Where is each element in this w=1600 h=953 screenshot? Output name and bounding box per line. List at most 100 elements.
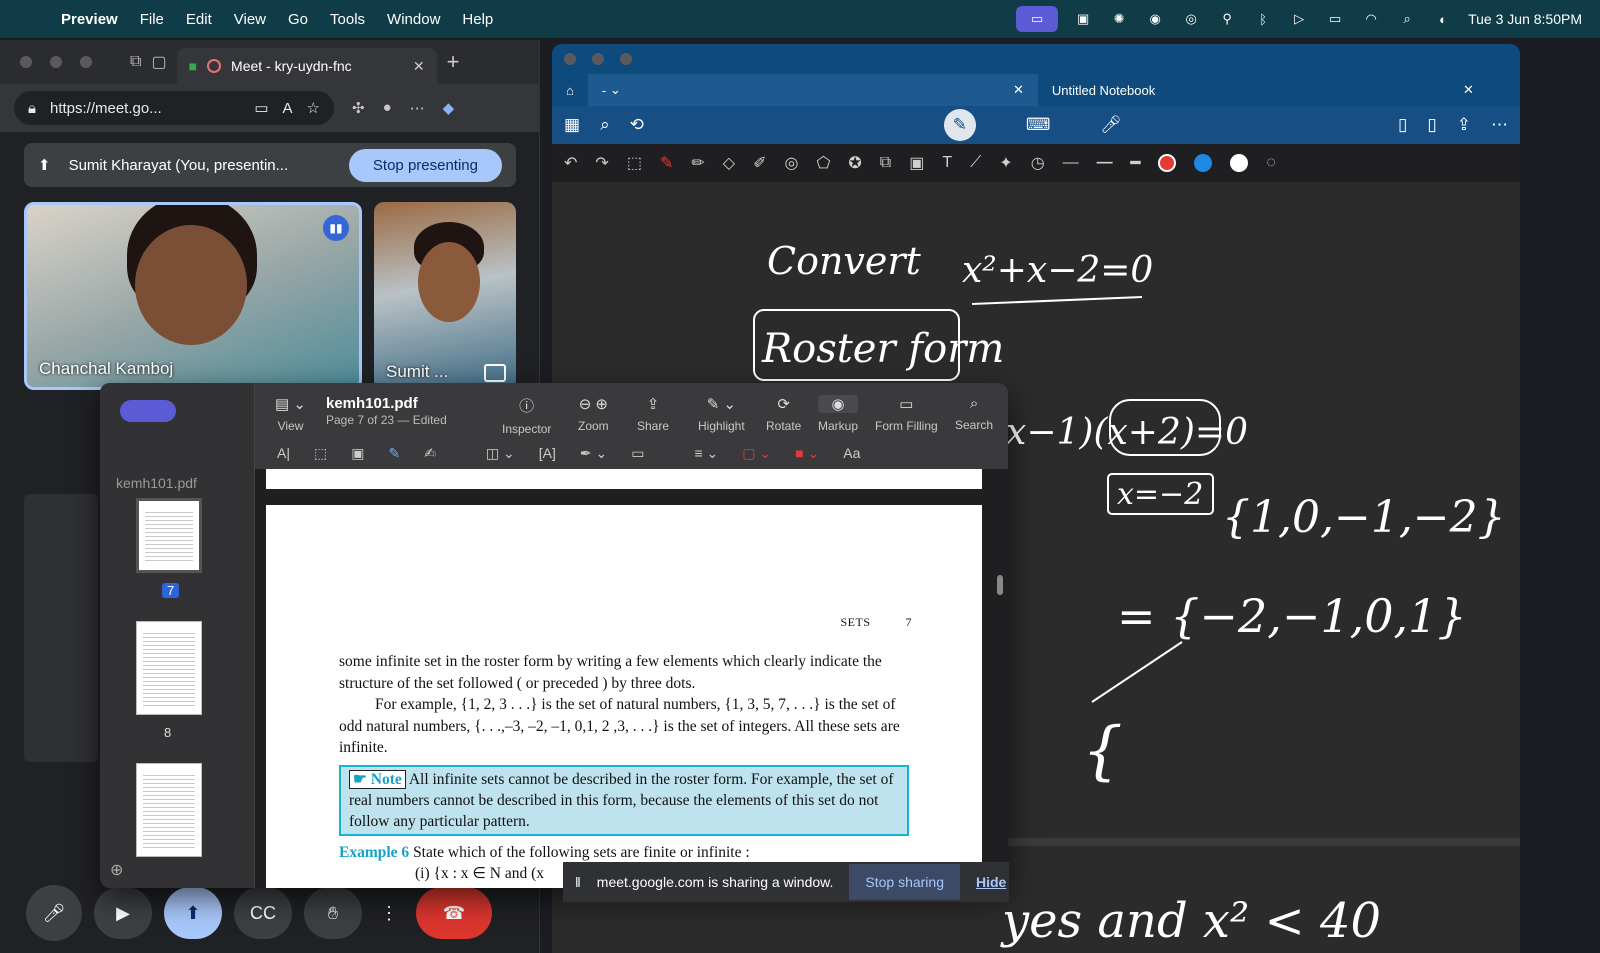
close-window-icon[interactable] [20,56,32,68]
app-swirl-icon[interactable]: ◎ [1180,8,1202,30]
minimize-window-icon[interactable] [50,56,62,68]
menu-go[interactable]: Go [277,11,319,28]
export-icon[interactable]: ⇪ [1457,115,1471,135]
shapes-icon[interactable]: ◎ [784,153,798,173]
participant-tile-chanchal[interactable]: ▮▮ Chanchal Kamboj [24,202,362,390]
keyboard-icon[interactable]: ⌨︎ [1026,115,1051,135]
bluetooth-icon[interactable]: ᛒ [1252,8,1274,30]
search-icon[interactable]: ⌕ [600,115,610,135]
fill-color-icon[interactable]: ■ ⌄ [795,445,819,462]
page-thumbnail-8[interactable] [136,621,202,715]
menu-tools[interactable]: Tools [319,11,376,28]
sketch-icon[interactable]: ✎ [388,445,400,462]
add-color-icon[interactable]: ◌ [1266,154,1276,172]
url-text[interactable]: https://meet.go... [50,100,162,117]
more-icon[interactable]: ⋯ [1491,115,1508,135]
menu-edit[interactable]: Edit [175,11,223,28]
copy-icon[interactable]: ⧉ [880,154,891,172]
zoom-window-icon[interactable] [620,53,632,65]
text-selection-icon[interactable]: A| [277,445,290,461]
menubar-clock[interactable]: Tue 3 Jun 8:50PM [1468,11,1582,27]
border-color-icon[interactable]: ▢ ⌄ [742,445,771,462]
zoom-button[interactable]: ⊖ ⊕ Zoom [578,395,609,433]
end-call-button[interactable]: ☎︎ [416,887,492,939]
document-view[interactable]: SETS 7 some infinite set in the roster f… [255,469,1008,888]
airpods-icon[interactable]: ⚲ [1216,8,1238,30]
note-icon[interactable]: ▭ [631,445,644,462]
color-white-swatch[interactable] [1230,154,1249,172]
tab-dash[interactable]: - ⌄ ✕ [587,74,1038,106]
vertical-tabs-icon[interactable]: ▢ [151,52,166,72]
text-tool-icon[interactable]: T [942,154,952,172]
timer-icon[interactable]: ◷ [1031,153,1045,173]
sticker-icon[interactable]: ✪ [848,153,861,173]
shapes-icon[interactable]: ◫ ⌄ [486,445,515,462]
tab-untitled-notebook[interactable]: Untitled Notebook ✕ [1038,74,1488,106]
address-bar[interactable]: 🔒︎ https://meet.go... ▭ A ☆ [14,91,334,125]
image-icon[interactable]: ▣ [909,153,924,173]
medium-stroke-icon[interactable]: — [1097,154,1113,172]
present-button[interactable]: ⬆ [164,887,222,939]
pen-tool-icon[interactable]: ✎ [660,153,673,173]
sidebar-toggle-pill[interactable] [120,400,176,422]
add-page-icon[interactable]: ▯ [1398,115,1407,135]
close-tab-icon[interactable]: ✕ [1463,82,1474,98]
microphone-button[interactable]: 🎤︎ [26,885,82,941]
pencil-icon[interactable]: ✏︎ [691,153,704,173]
zoom-window-icon[interactable] [80,56,92,68]
pdf-page[interactable]: SETS 7 some infinite set in the roster f… [266,505,982,888]
thin-stroke-icon[interactable]: — [1063,154,1079,172]
draw-icon[interactable]: ✍︎ [424,445,436,462]
chatgpt-icon[interactable]: ✺ [1108,8,1130,30]
close-tab-icon[interactable]: ✕ [413,58,425,75]
page-number-7[interactable]: 7 [162,583,180,598]
laser-icon[interactable]: ✦ [999,153,1012,173]
raise-hand-button[interactable]: ✋︎ [304,887,362,939]
read-aloud-icon[interactable]: A [283,100,293,117]
undo-icon[interactable]: ↶ [564,153,577,173]
menu-file[interactable]: File [129,11,175,28]
share-button[interactable]: ⇪ Share [637,395,669,433]
spotlight-search-icon[interactable]: ⌕ [1396,8,1418,30]
microphone-icon[interactable]: 🎤︎ [1100,115,1122,135]
more-menu-icon[interactable]: ⋯ [410,99,425,117]
home-icon[interactable]: ⌂ [552,74,588,106]
wifi-icon[interactable]: ◠ [1360,8,1382,30]
menu-app-name[interactable]: Preview [50,11,129,28]
page-thumbnail-9[interactable] [136,763,202,857]
participant-tile-sumit[interactable]: Sumit ... [374,202,516,390]
lock-icon[interactable]: 🔒︎ [28,100,36,117]
menu-window[interactable]: Window [376,11,451,28]
search-button[interactable]: ⌕ Search [955,395,993,432]
more-options-button[interactable]: ⋮ [374,887,404,939]
highlighter-icon[interactable]: ✐ [753,153,766,173]
page-number-8[interactable]: 8 [164,725,171,740]
new-tab-icon[interactable]: + [447,49,460,75]
sign-icon[interactable]: ✒︎ ⌄ [580,445,607,462]
eraser-icon[interactable]: ◇ [723,153,735,173]
drag-handle-icon[interactable]: ‖ [575,874,581,890]
text-box-icon[interactable]: [A] [539,445,556,461]
extensions-icon[interactable]: ✣ [352,99,365,117]
menu-view[interactable]: View [223,11,277,28]
view-button[interactable]: ▤ ⌄ View [275,395,306,433]
ruler-icon[interactable]: ⟋ [970,154,981,172]
captions-button[interactable]: CC [234,887,292,939]
scrollbar[interactable] [997,575,1003,595]
profile-avatar[interactable]: ● [383,99,392,117]
stop-sharing-button[interactable]: Stop sharing [849,864,960,900]
close-tab-icon[interactable]: ✕ [1013,82,1024,98]
expand-tile-icon[interactable] [484,364,506,382]
copilot-icon[interactable]: ◆ [443,99,455,117]
rect-selection-icon[interactable]: ⬚ [314,445,327,462]
instant-alpha-icon[interactable]: ▣ [351,445,364,462]
stop-presenting-button[interactable]: Stop presenting [348,148,502,182]
inspector-button[interactable]: ⓘ Inspector [502,395,551,436]
color-red-swatch[interactable] [1158,154,1177,172]
bookmark-icon[interactable]: ▯ [1427,115,1436,135]
grammarly-icon[interactable]: ◉ [1144,8,1166,30]
text-style-button[interactable]: Aa [843,445,860,461]
pen-mode-icon[interactable]: ✎ [943,109,976,141]
camera-icon[interactable]: ▭ [254,99,268,117]
minimize-window-icon[interactable] [592,53,604,65]
